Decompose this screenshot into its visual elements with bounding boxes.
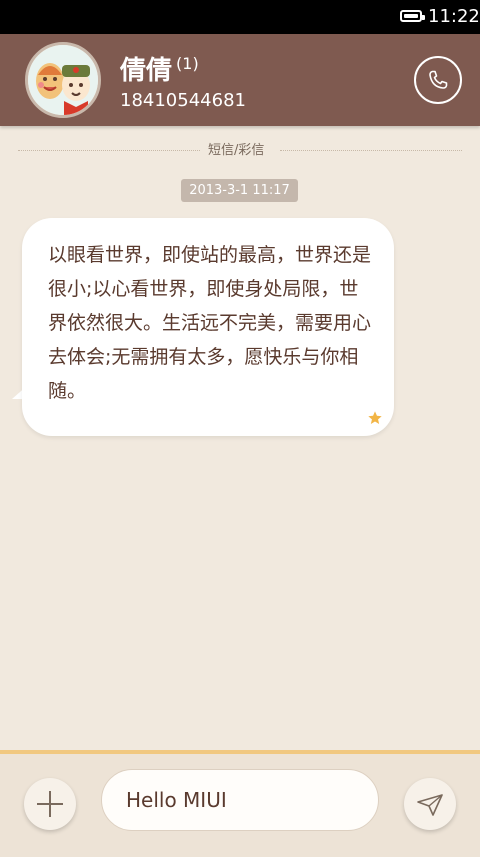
- paper-plane-send-icon: [417, 794, 443, 816]
- message-count: (1): [176, 54, 199, 73]
- contact-avatar[interactable]: [25, 42, 101, 118]
- cartoon-couple-avatar-icon: [28, 45, 98, 115]
- message-type-divider: 短信/彩信: [18, 141, 462, 161]
- phone-icon: [429, 70, 448, 89]
- message-text: 以眼看世界，即使站的最高，世界还是很小;以心看世界，即使身处局限，世界依然很大。…: [48, 244, 372, 402]
- message-type-label: 短信/彩信: [208, 143, 265, 158]
- send-button[interactable]: [404, 778, 456, 830]
- status-bar: 11:22: [0, 0, 480, 34]
- star-icon[interactable]: [367, 410, 383, 426]
- contact-name: 倩倩: [120, 56, 173, 86]
- divider-line-left: [18, 150, 200, 151]
- status-time: 11:22: [428, 6, 480, 27]
- message-timestamp: 2013-3-1 11:17: [181, 179, 298, 202]
- conversation-header: 倩倩 (1) 18410544681: [0, 34, 480, 126]
- contact-phone-number: 18410544681: [120, 90, 246, 111]
- call-button[interactable]: [414, 56, 462, 104]
- contact-name-row: 倩倩 (1): [120, 50, 199, 87]
- add-attachment-button[interactable]: [24, 778, 76, 830]
- message-input[interactable]: Hello MIUI: [101, 769, 379, 831]
- plus-icon: [37, 791, 63, 817]
- battery-icon: [400, 10, 425, 22]
- divider-line-right: [280, 150, 462, 151]
